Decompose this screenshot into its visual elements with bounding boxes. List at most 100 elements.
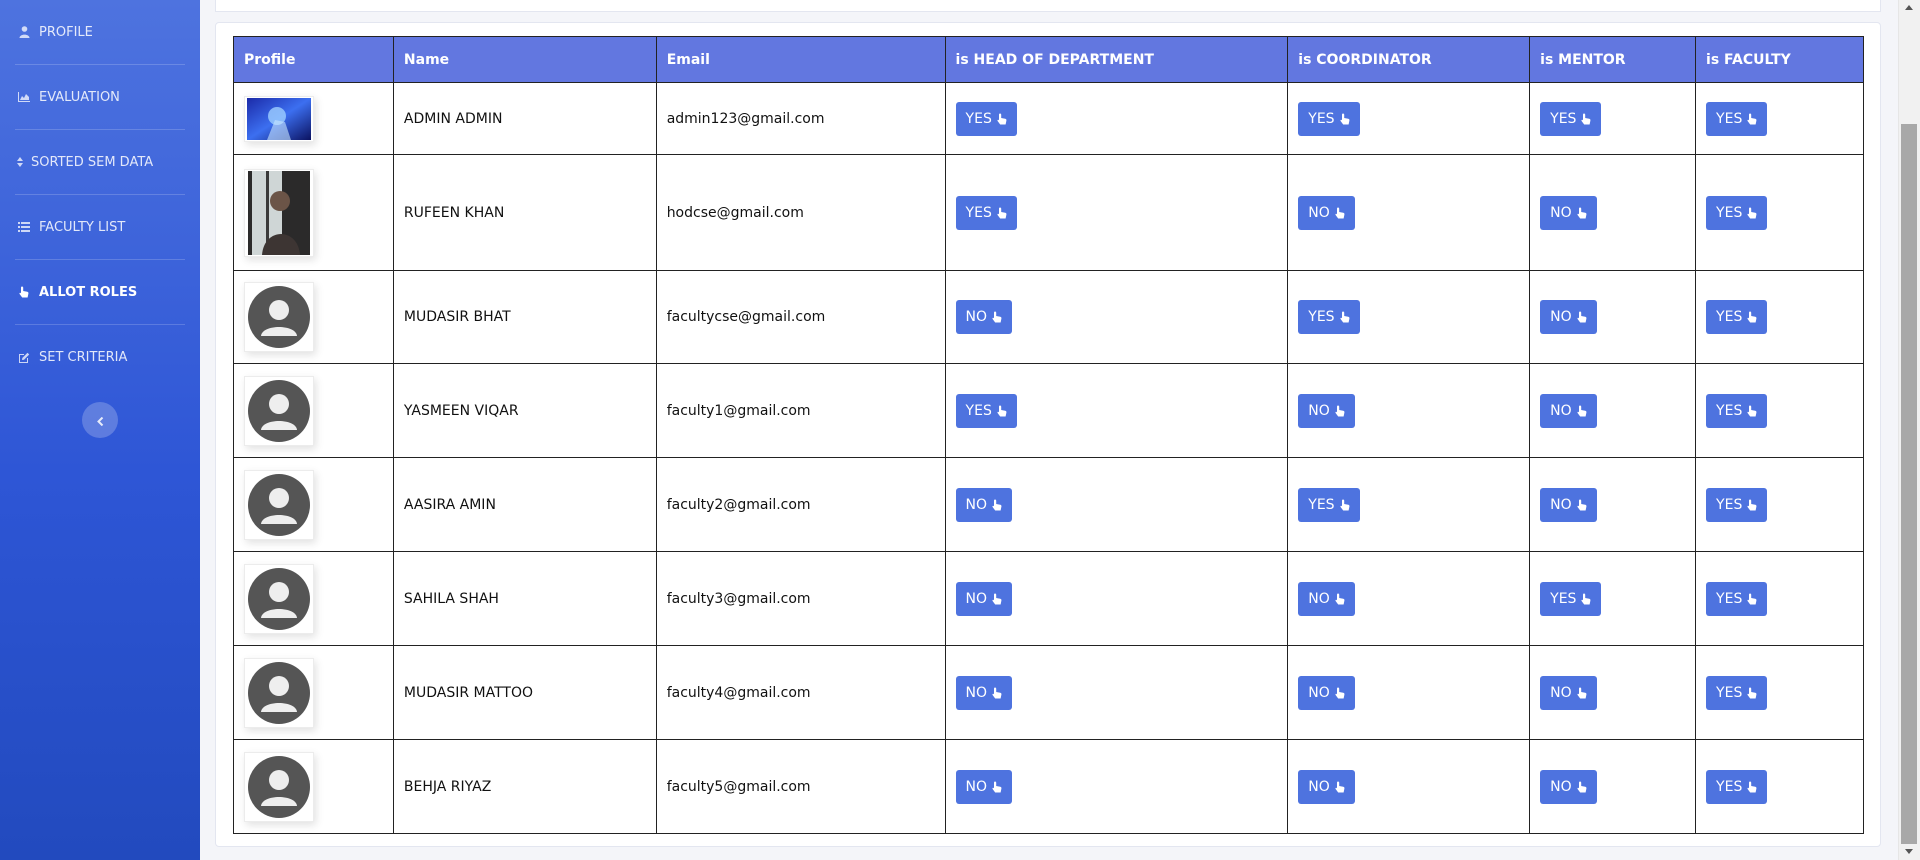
- hand-pointer-icon: [1577, 499, 1587, 511]
- profile-cell: [233, 739, 394, 834]
- hod-toggle-button[interactable]: NO: [955, 487, 1013, 522]
- scroll-down-arrow-icon[interactable]: [1903, 846, 1915, 856]
- profile-cell: [233, 154, 394, 271]
- profile-cell: [233, 551, 394, 646]
- name-cell: MUDASIR BHAT: [392, 270, 657, 364]
- hod-toggle-button[interactable]: YES: [955, 393, 1017, 428]
- mentor-toggle-button[interactable]: NO: [1540, 300, 1597, 334]
- mentor-cell: NO: [1529, 154, 1697, 271]
- coordinator-toggle-button[interactable]: NO: [1298, 393, 1355, 428]
- column-header-coordinator: is COORDINATOR: [1287, 36, 1531, 83]
- sidebar-toggle-button[interactable]: [82, 402, 118, 438]
- coordinator-cell: YES: [1287, 457, 1531, 552]
- column-header-profile: Profile: [233, 36, 394, 83]
- email-cell: faculty4@gmail.com: [655, 645, 946, 740]
- table-header-row: Profile Name Email is HEAD OF DEPARTMENT…: [233, 36, 1864, 83]
- hod-cell: YES: [944, 363, 1289, 458]
- hod-toggle-button[interactable]: NO: [955, 769, 1013, 804]
- faculty-toggle-button[interactable]: YES: [1706, 769, 1768, 804]
- hand-pointer-icon: [1747, 781, 1757, 793]
- hod-toggle-button[interactable]: YES: [955, 195, 1017, 230]
- button-label: NO: [1550, 496, 1572, 513]
- hand-pointer-icon: [997, 405, 1007, 417]
- mentor-toggle-button[interactable]: NO: [1540, 487, 1597, 522]
- button-label: YES: [1716, 590, 1743, 607]
- sidebar: PROFILE EVALUATION SORTED SEM DATA FACUL…: [0, 0, 200, 860]
- list-icon: [15, 222, 33, 232]
- coordinator-toggle-button[interactable]: NO: [1298, 769, 1355, 804]
- coordinator-cell: NO: [1287, 551, 1531, 646]
- coordinator-toggle-button[interactable]: NO: [1298, 581, 1355, 616]
- faculty-toggle-button[interactable]: YES: [1706, 195, 1768, 230]
- avatar: [244, 751, 314, 822]
- email-cell: hodcse@gmail.com: [655, 154, 946, 271]
- faculty-toggle-button[interactable]: YES: [1706, 300, 1768, 334]
- avatar: [244, 469, 314, 540]
- column-header-mentor: is MENTOR: [1529, 36, 1697, 83]
- hand-pointer-icon: [1577, 687, 1587, 699]
- table-row: RUFEEN KHAN hodcse@gmail.com YES NO NO YES: [233, 154, 1864, 271]
- hand-pointer-icon: [1340, 499, 1350, 511]
- sidebar-item-faculty-list[interactable]: FACULTY LIST: [15, 195, 185, 260]
- coordinator-toggle-button[interactable]: YES: [1298, 300, 1360, 334]
- button-label: YES: [1716, 110, 1743, 127]
- roles-table: Profile Name Email is HEAD OF DEPARTMENT…: [233, 36, 1864, 834]
- hod-cell: NO: [944, 551, 1289, 646]
- faculty-toggle-button[interactable]: YES: [1706, 393, 1768, 428]
- button-label: NO: [1550, 204, 1572, 221]
- mentor-toggle-button[interactable]: NO: [1540, 393, 1597, 428]
- button-label: YES: [965, 110, 992, 127]
- table-row: MUDASIR MATTOO faculty4@gmail.com NO NO NO YE…: [233, 645, 1864, 740]
- hand-pointer-icon: [992, 781, 1002, 793]
- hand-pointer-icon: [997, 207, 1007, 219]
- button-label: NO: [1550, 684, 1572, 701]
- hand-pointer-icon: [997, 113, 1007, 125]
- sidebar-item-profile[interactable]: PROFILE: [15, 0, 185, 65]
- chevron-left-icon: [96, 411, 104, 430]
- hod-toggle-button[interactable]: NO: [955, 675, 1013, 710]
- hod-toggle-button[interactable]: NO: [955, 581, 1013, 616]
- button-label: NO: [965, 684, 988, 701]
- button-label: YES: [1308, 110, 1335, 127]
- sidebar-item-set-criteria[interactable]: SET CRITERIA: [15, 325, 185, 390]
- hod-cell: NO: [944, 270, 1289, 364]
- coordinator-toggle-button[interactable]: YES: [1298, 101, 1360, 136]
- hand-pointer-icon: [1747, 113, 1757, 125]
- scrollbar-thumb[interactable]: [1901, 124, 1917, 844]
- button-label: YES: [1550, 110, 1577, 127]
- mentor-toggle-button[interactable]: NO: [1540, 769, 1597, 804]
- column-header-hod: is HEAD OF DEPARTMENT: [944, 36, 1289, 83]
- faculty-toggle-button[interactable]: YES: [1706, 101, 1768, 136]
- profile-cell: [233, 82, 394, 155]
- faculty-toggle-button[interactable]: YES: [1706, 581, 1768, 616]
- button-label: NO: [1308, 590, 1330, 607]
- hod-cell: YES: [944, 82, 1289, 155]
- email-cell: faculty3@gmail.com: [655, 551, 946, 646]
- sidebar-item-label: PROFILE: [39, 24, 93, 40]
- mentor-toggle-button[interactable]: YES: [1540, 581, 1602, 616]
- mentor-toggle-button[interactable]: YES: [1540, 101, 1602, 136]
- mentor-toggle-button[interactable]: NO: [1540, 675, 1597, 710]
- hod-toggle-button[interactable]: YES: [955, 101, 1017, 136]
- name-cell: SAHILA SHAH: [392, 551, 657, 646]
- hand-pointer-icon: [1747, 405, 1757, 417]
- avatar: [244, 657, 314, 728]
- scroll-up-arrow-icon[interactable]: [1903, 2, 1915, 12]
- coordinator-cell: NO: [1287, 363, 1531, 458]
- coordinator-toggle-button[interactable]: NO: [1298, 195, 1355, 230]
- sidebar-item-allot-roles[interactable]: ALLOT ROLES: [15, 260, 185, 325]
- hod-toggle-button[interactable]: NO: [955, 300, 1013, 334]
- email-cell: faculty2@gmail.com: [655, 457, 946, 552]
- coordinator-toggle-button[interactable]: NO: [1298, 675, 1355, 710]
- hand-pointer-icon: [1335, 781, 1345, 793]
- sidebar-item-evaluation[interactable]: EVALUATION: [15, 65, 185, 130]
- faculty-cell: YES: [1695, 82, 1864, 155]
- faculty-cell: YES: [1695, 645, 1864, 740]
- coordinator-toggle-button[interactable]: YES: [1298, 487, 1360, 522]
- button-label: YES: [1716, 684, 1743, 701]
- sidebar-item-sorted-sem-data[interactable]: SORTED SEM DATA: [15, 130, 185, 195]
- faculty-toggle-button[interactable]: YES: [1706, 487, 1768, 522]
- faculty-toggle-button[interactable]: YES: [1706, 675, 1768, 710]
- email-cell: facultycse@gmail.com: [655, 270, 946, 364]
- mentor-toggle-button[interactable]: NO: [1540, 195, 1597, 230]
